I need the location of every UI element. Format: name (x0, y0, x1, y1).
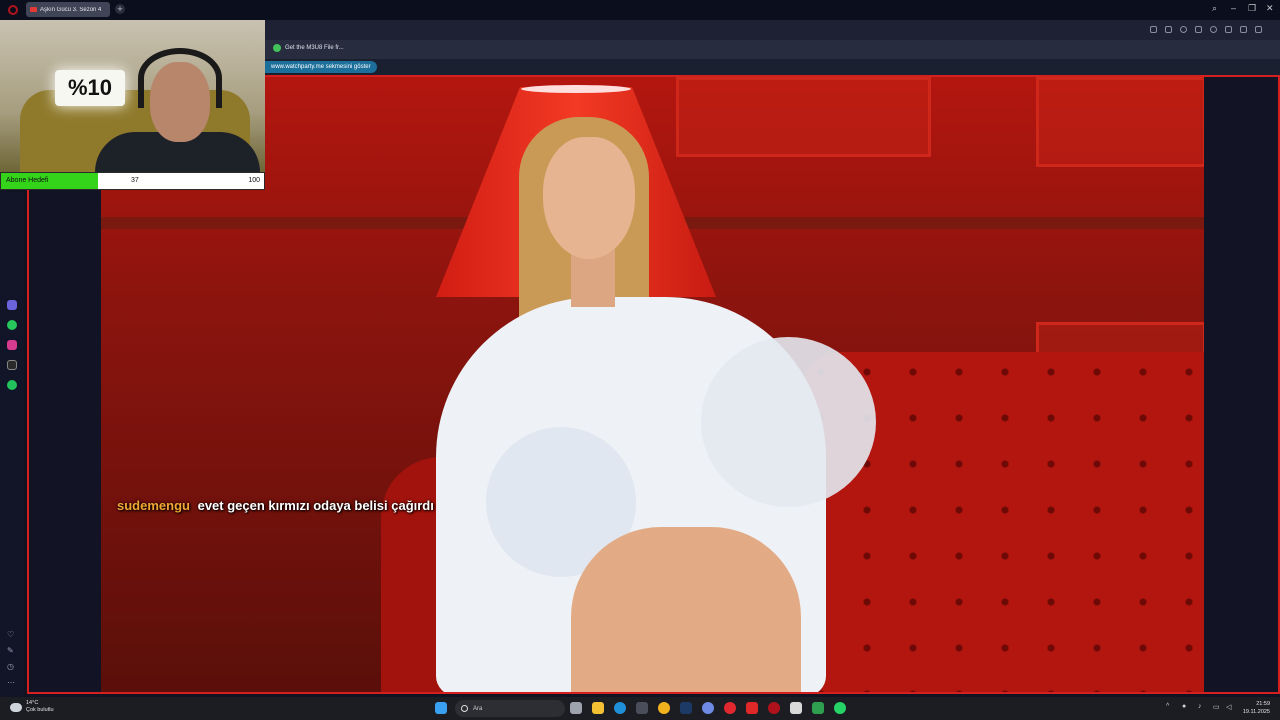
youtube-icon[interactable] (746, 702, 758, 714)
wall-panel (1036, 77, 1206, 167)
search-tabs-icon[interactable]: ⌕ (1212, 3, 1217, 14)
dress-sleeve-right (701, 337, 876, 507)
weather-text: 14°C Çok bulutlu (26, 700, 54, 714)
person-legs (571, 527, 801, 692)
taskbar-clock[interactable]: 21:59 19.11.2025 (1243, 700, 1270, 716)
headset-icon (138, 48, 222, 108)
clock-date: 19.11.2025 (1242, 709, 1270, 715)
whatsapp-icon[interactable] (834, 702, 846, 714)
edit-icon[interactable] (1150, 26, 1157, 33)
taskbar-search[interactable]: Ara (455, 700, 565, 717)
download-icon[interactable] (1225, 26, 1232, 33)
goal-current: 37 (131, 177, 139, 184)
webcam-neon-sign: %10 (55, 70, 125, 106)
desktop: Aşkın Gücü 3. Sezon 4 + ⌕ – ❐ ✕ Get the … (0, 0, 1280, 720)
goal-label: Abone Hedefi (6, 177, 49, 184)
minimize-button[interactable]: – (1231, 3, 1236, 13)
search-placeholder: Ara (473, 705, 483, 712)
x-icon[interactable] (7, 360, 17, 370)
tab-title: Aşkın Gücü 3. Sezon 4 (40, 6, 102, 13)
bookmark-favicon-icon (273, 44, 281, 52)
weather-widget[interactable]: 14°C Çok bulutlu (10, 700, 54, 714)
person-face (543, 137, 635, 259)
media-player-icon[interactable] (724, 702, 736, 714)
chat-text: evet geçen kırmızı odaya belisi çağırdı (197, 498, 434, 513)
spotify-icon[interactable] (7, 380, 17, 390)
new-tab-button[interactable]: + (115, 4, 125, 14)
tray-chevron-icon[interactable]: ^ (1166, 703, 1169, 710)
cloud-icon (10, 702, 22, 712)
clock-time: 21:59 (1256, 701, 1270, 707)
close-button[interactable]: ✕ (1266, 3, 1274, 14)
sidebar-rail: ♡ ✎ ◷ ⋯ (0, 192, 24, 700)
lamp-rim (521, 85, 631, 93)
microphone-icon[interactable]: ♪ (1198, 703, 1202, 710)
browser-logo-icon[interactable] (8, 5, 18, 15)
edit-icon[interactable]: ✎ (7, 646, 14, 655)
tab-active[interactable]: Aşkın Gücü 3. Sezon 4 (26, 2, 110, 17)
chat-username: sudemengu (117, 498, 190, 513)
letterbox-right (1204, 77, 1278, 692)
recording-icon (30, 7, 37, 12)
chrome-icon[interactable] (658, 702, 670, 714)
bookmark-label: Get the M3U8 File fr... (285, 45, 344, 51)
tray-app-icon[interactable]: ● (1182, 703, 1186, 710)
search-icon (461, 705, 468, 712)
lock-icon[interactable] (1255, 26, 1262, 33)
goal-max: 100 (248, 177, 260, 184)
weather-temp: 14°C (26, 700, 39, 706)
play-icon[interactable] (1195, 26, 1202, 33)
more-icon[interactable]: ⋯ (7, 678, 15, 687)
history-icon[interactable]: ◷ (7, 662, 14, 671)
restore-button[interactable]: ❐ (1248, 3, 1256, 14)
app-icon[interactable] (636, 702, 648, 714)
app-icon[interactable] (702, 702, 714, 714)
file-explorer-icon[interactable] (592, 702, 604, 714)
chat-message: sudemengu evet geçen kırmızı odaya belis… (117, 498, 434, 513)
whatsapp-icon[interactable] (7, 320, 17, 330)
heart-icon[interactable]: ♡ (7, 630, 14, 639)
network-icon[interactable]: ▭ (1213, 703, 1220, 711)
show-tab-button[interactable]: www.watchparty.me sekmesini göster (265, 61, 377, 73)
steam-icon[interactable] (680, 702, 692, 714)
instagram-icon[interactable] (7, 340, 17, 350)
volume-icon[interactable]: ◁ (1226, 703, 1231, 711)
edge-icon[interactable] (614, 702, 626, 714)
bookmark-item[interactable]: Get the M3U8 File fr... (273, 44, 344, 52)
start-icon[interactable] (435, 702, 447, 714)
shield-icon[interactable] (1180, 26, 1187, 33)
kick-icon[interactable] (7, 300, 17, 310)
browser-toolbar (265, 20, 1280, 40)
wall-panel (676, 77, 931, 157)
windows-taskbar: 14°C Çok bulutlu Ara ^ ● ♪ ▭ ◁ 21:59 19.… (0, 697, 1280, 720)
heart-icon[interactable] (1210, 26, 1217, 33)
browser-tab-strip: Aşkın Gücü 3. Sezon 4 + ⌕ – ❐ ✕ (0, 0, 1280, 20)
app-icon[interactable] (790, 702, 802, 714)
menu-icon[interactable] (1240, 26, 1247, 33)
task-view-icon[interactable] (570, 702, 582, 714)
camera-icon[interactable] (1165, 26, 1172, 33)
obs-icon[interactable] (812, 702, 824, 714)
browser-icon[interactable] (768, 702, 780, 714)
subscriber-goal-bar: Abone Hedefi 37 100 (0, 172, 265, 190)
webcam-overlay: %10 (0, 20, 265, 172)
video-frame (101, 77, 1206, 692)
infobar: www.watchparty.me sekmesini göster (265, 59, 1280, 75)
bookmarks-bar: Get the M3U8 File fr... (265, 40, 1280, 59)
weather-desc: Çok bulutlu (26, 707, 54, 713)
